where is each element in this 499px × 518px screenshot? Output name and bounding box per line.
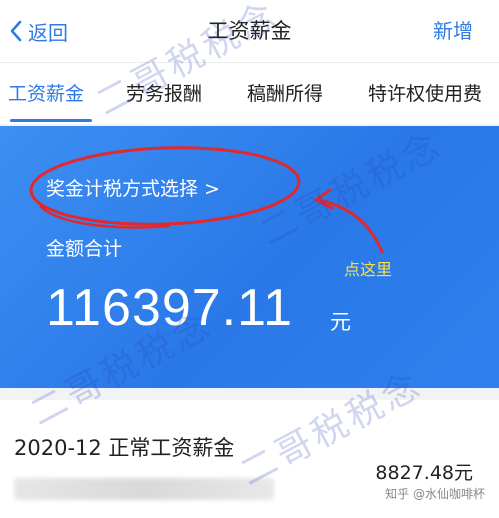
annotation-arrow-shaft [316,198,384,254]
record-subtitle-blurred [14,478,274,500]
tab-royalties[interactable]: 特许权使用费 [368,63,482,125]
active-tab-indicator [10,119,92,122]
total-label: 金额合计 [46,238,123,260]
list-item[interactable]: 2020-12 正常工资薪金 8827.48元 知乎 @水仙咖啡杯 [0,400,499,518]
source-credit: 知乎 @水仙咖啡杯 [385,487,485,501]
tab-labor-remuneration[interactable]: 劳务报酬 [126,63,202,125]
page-title: 工资薪金 [207,19,292,43]
summary-card: 奖金计税方式选择 > 金额合计 116397.11 元 点这里 [0,126,499,388]
back-button[interactable]: 返回 [8,16,68,46]
click-here-annotation: 点这里 [344,260,393,279]
chevron-left-icon [10,20,22,42]
navigation-bar: 返回 工资薪金 新增 [0,0,499,62]
total-amount: 116397.11 [46,279,294,337]
add-button[interactable]: 新增 [433,16,473,46]
tab-wages[interactable]: 工资薪金 [8,63,84,125]
income-type-tabs: 工资薪金 劳务报酬 稿酬所得 特许权使用费 [0,62,499,124]
annotation-circle-tail [39,205,171,229]
record-amount: 8827.48元 [375,462,473,484]
bonus-tax-method-link[interactable]: 奖金计税方式选择 > [46,174,220,201]
tab-author-remuneration[interactable]: 稿酬所得 [247,63,323,125]
record-title: 2020-12 正常工资薪金 [14,436,235,460]
total-amount-unit: 元 [330,310,351,334]
back-label: 返回 [28,20,68,45]
annotation-arrow-head [314,188,334,210]
